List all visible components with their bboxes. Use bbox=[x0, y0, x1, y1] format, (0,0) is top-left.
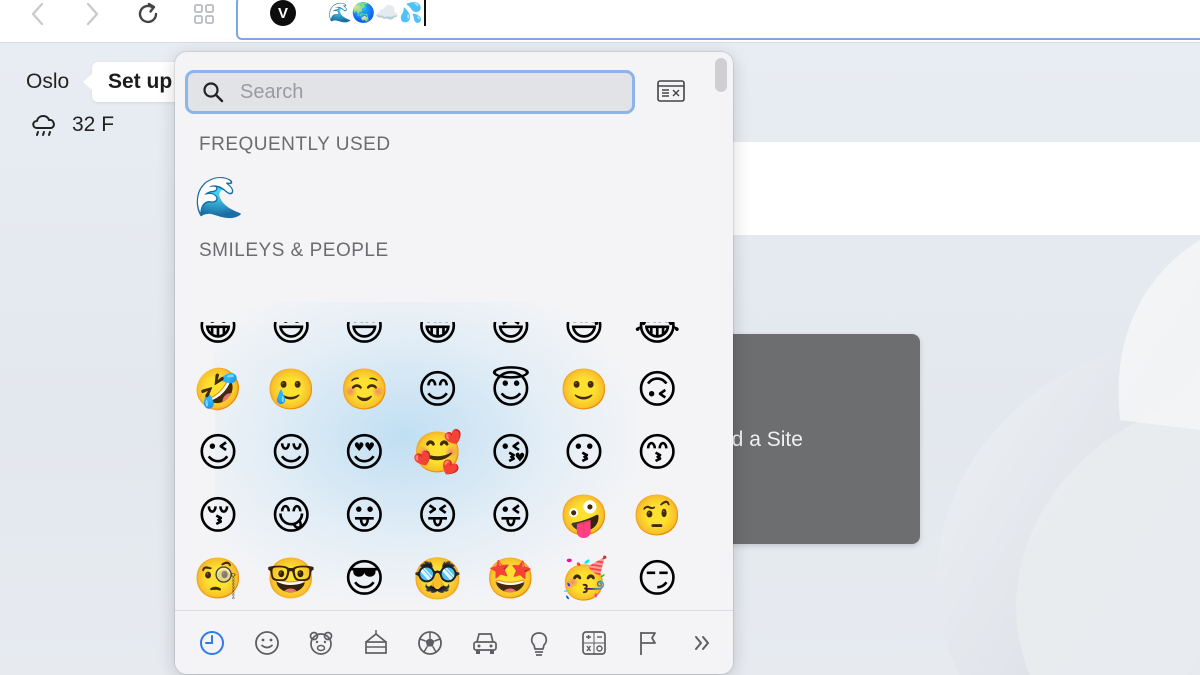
emoji-button[interactable]: 🤓 bbox=[263, 551, 319, 607]
emoji-grid: 😀😃😄😁😆😅😂🤣🥲☺️😊😇🙂🙃😉😌😍🥰😘😗😙😚😋😛😝😜🤪🤨🧐🤓😎🥸🤩🥳😏😒😞😔😟… bbox=[175, 322, 733, 610]
category-tab-animals-nature[interactable] bbox=[303, 625, 339, 661]
category-tab-frequently-used[interactable] bbox=[194, 625, 230, 661]
symbols-icon bbox=[581, 631, 606, 655]
emoji-button[interactable]: 😝 bbox=[410, 488, 466, 544]
emoji-button[interactable]: 😆 bbox=[483, 322, 539, 355]
category-tab-smileys-people[interactable] bbox=[249, 625, 285, 661]
emoji-button[interactable]: 🙂 bbox=[556, 362, 612, 418]
category-tab-more[interactable] bbox=[685, 625, 721, 661]
emoji-button[interactable]: 😍 bbox=[336, 425, 392, 481]
section-title-smileys: SMILEYS & PEOPLE bbox=[199, 240, 389, 261]
cloud-rain-icon bbox=[32, 115, 55, 136]
tab-overview-button[interactable] bbox=[188, 0, 220, 28]
text-caret bbox=[423, 0, 426, 26]
emoji-button[interactable]: 😇 bbox=[483, 362, 539, 418]
lightbulb-icon bbox=[530, 632, 548, 656]
soccer-ball-icon bbox=[418, 631, 442, 655]
category-tab-objects[interactable] bbox=[521, 625, 557, 661]
emoji-button[interactable]: 😙 bbox=[629, 425, 685, 481]
category-tab-symbols[interactable] bbox=[576, 625, 612, 661]
emoji-button[interactable]: 😉 bbox=[190, 425, 246, 481]
clock-icon bbox=[200, 631, 224, 655]
back-button[interactable] bbox=[22, 0, 54, 28]
section-title-frequently-used: FREQUENTLY USED bbox=[199, 134, 391, 155]
category-tab-food-drink[interactable] bbox=[358, 625, 394, 661]
emoji-search-box[interactable] bbox=[185, 70, 635, 114]
emoji-button[interactable]: 😊 bbox=[410, 362, 466, 418]
smiley-icon bbox=[254, 631, 279, 655]
emoji-picker-popover: FREQUENTLY USED 🌊 SMILEYS & PEOPLE 😀 😃 😄 😁 😆… bbox=[175, 52, 733, 674]
weather-city: Oslo bbox=[26, 70, 70, 93]
start-page-search-strip[interactable] bbox=[732, 142, 1200, 235]
weather-temperature: 32 F bbox=[72, 113, 115, 136]
character-viewer-icon[interactable] bbox=[657, 80, 685, 102]
address-input-value[interactable]: 🌊🌏☁️💦 bbox=[328, 0, 426, 28]
emoji-button[interactable]: 😗 bbox=[556, 425, 612, 481]
emoji-button[interactable]: 😘 bbox=[483, 425, 539, 481]
category-tab-travel-places[interactable] bbox=[467, 625, 503, 661]
emoji-button[interactable]: 🤣 bbox=[190, 362, 246, 418]
emoji-button[interactable]: 🤪 bbox=[556, 488, 612, 544]
emoji-button[interactable]: 😛 bbox=[336, 488, 392, 544]
emoji-button[interactable]: 😏 bbox=[629, 551, 685, 607]
grid-icon bbox=[194, 4, 214, 24]
emoji-button[interactable]: 😌 bbox=[263, 425, 319, 481]
emoji-button[interactable]: 😅 bbox=[556, 322, 612, 355]
reload-icon bbox=[138, 2, 158, 24]
double-chevron-right-icon bbox=[694, 636, 709, 650]
emoji-button[interactable]: 🙃 bbox=[629, 362, 685, 418]
browser-toolbar: V 🌊🌏☁️💦 bbox=[0, 0, 1200, 43]
category-tab-flags[interactable] bbox=[630, 625, 666, 661]
address-bar[interactable]: V 🌊🌏☁️💦 bbox=[236, 0, 1200, 40]
emoji-button[interactable]: 🥸 bbox=[410, 551, 466, 607]
emoji-button[interactable]: 😋 bbox=[263, 488, 319, 544]
forward-button[interactable] bbox=[76, 0, 108, 28]
emoji-button[interactable]: 🤨 bbox=[629, 488, 685, 544]
car-icon bbox=[472, 633, 497, 654]
emoji-button[interactable]: 😁 bbox=[410, 322, 466, 355]
emoji-button[interactable]: 🤩 bbox=[483, 551, 539, 607]
cake-icon bbox=[364, 630, 387, 654]
emoji-button[interactable]: 😜 bbox=[483, 488, 539, 544]
emoji-button[interactable]: 🥲 bbox=[263, 362, 319, 418]
emoji-category-bar bbox=[175, 610, 733, 674]
emoji-button[interactable]: 🥳 bbox=[556, 551, 612, 607]
scrollbar-thumb[interactable] bbox=[715, 58, 727, 92]
site-logo-letter: V bbox=[277, 4, 288, 22]
search-icon bbox=[203, 82, 224, 103]
emoji-button[interactable]: ☺️ bbox=[336, 362, 392, 418]
chevron-right-icon bbox=[86, 2, 99, 26]
emoji-button[interactable]: 🌊 bbox=[191, 170, 247, 226]
emoji-button[interactable]: 😃 bbox=[263, 322, 319, 355]
emoji-search-input[interactable] bbox=[238, 79, 622, 105]
emoji-button[interactable]: 😂 bbox=[629, 322, 685, 355]
address-emoji-text: 🌊🌏☁️💦 bbox=[328, 2, 423, 24]
emoji-button[interactable]: 😚 bbox=[190, 488, 246, 544]
emoji-button[interactable]: 😀 bbox=[190, 322, 246, 355]
emoji-button[interactable]: 😎 bbox=[336, 551, 392, 607]
category-tab-activity[interactable] bbox=[412, 625, 448, 661]
flag-icon bbox=[640, 632, 656, 655]
site-logo-icon: V bbox=[270, 0, 296, 26]
emoji-button[interactable]: 🥰 bbox=[410, 425, 466, 481]
emoji-button[interactable]: 😄 bbox=[336, 322, 392, 355]
emoji-button[interactable]: 🧐 bbox=[190, 551, 246, 607]
reload-button[interactable] bbox=[132, 0, 164, 28]
chevron-left-icon bbox=[31, 2, 44, 26]
bear-icon bbox=[309, 631, 333, 655]
